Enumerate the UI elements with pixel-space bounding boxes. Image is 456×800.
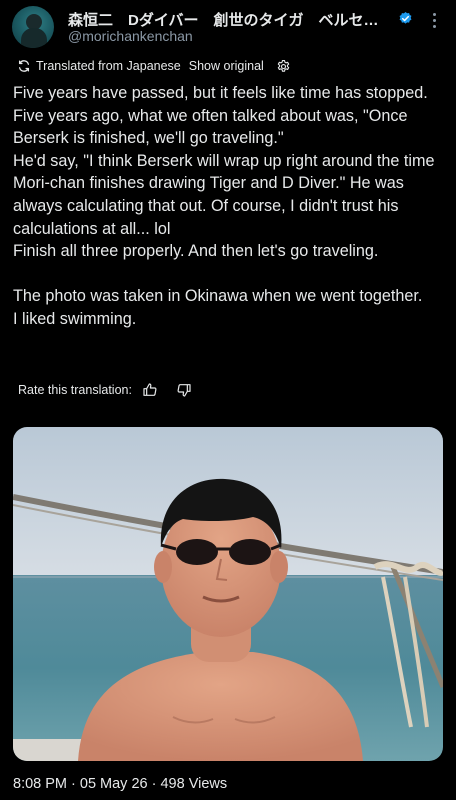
display-name[interactable]: 森恒二 Dダイバー 創世のタイガ ベルセルク… xyxy=(68,9,393,30)
tweet-header: 森恒二 Dダイバー 創世のタイガ ベルセルク… @morichankenchan xyxy=(0,0,456,52)
verified-badge-icon xyxy=(399,11,412,24)
user-avatar[interactable] xyxy=(12,6,54,48)
thumbs-up-icon[interactable] xyxy=(142,382,158,398)
show-original-link[interactable]: Show original xyxy=(189,59,264,73)
tweet-text: Five years have passed, but it feels lik… xyxy=(13,84,435,328)
translate-icon xyxy=(18,60,30,72)
user-handle[interactable]: @morichankenchan xyxy=(68,28,193,44)
tweet-meta[interactable]: 8:08 PM · 05 May 26 · 498 Views xyxy=(13,776,227,792)
thumbs-down-icon[interactable] xyxy=(176,382,192,398)
translation-notice: Translated from Japanese Show original xyxy=(17,56,291,76)
rate-translation: Rate this translation: xyxy=(18,380,192,400)
rate-label: Rate this translation: xyxy=(18,383,132,397)
more-options-icon[interactable] xyxy=(426,10,442,30)
translated-label: Translated from Japanese xyxy=(36,59,181,73)
photo-illustration xyxy=(13,427,443,761)
avatar-figure-body xyxy=(21,28,47,48)
gear-icon[interactable] xyxy=(276,59,291,74)
tweet-photo[interactable] xyxy=(13,427,443,761)
